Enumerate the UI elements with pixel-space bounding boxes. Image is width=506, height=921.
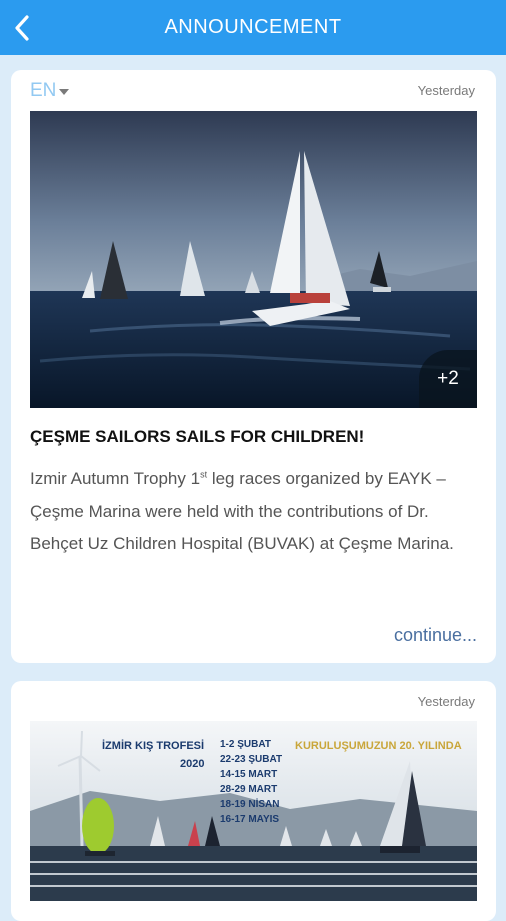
post-body-part1: Izmir Autumn Trophy 1 <box>30 469 201 488</box>
poster-date-line: 1-2 ŞUBAT <box>220 739 271 750</box>
announcement-card[interactable]: Yesterday İZMİR KIŞ TROFESİ 2020 1-2 ŞUB… <box>11 681 496 921</box>
more-photos-badge[interactable]: +2 <box>419 350 477 408</box>
post-title: ÇEŞME SAILORS SAILS FOR CHILDREN! <box>30 427 365 446</box>
poster-date-line: 14-15 MART <box>220 769 277 780</box>
continue-link[interactable]: continue... <box>394 625 477 646</box>
post-date: Yesterday <box>417 83 475 98</box>
post-photo[interactable]: İZMİR KIŞ TROFESİ 2020 1-2 ŞUBAT 22-23 ŞU… <box>30 721 477 901</box>
post-body: Izmir Autumn Trophy 1st leg races organi… <box>30 463 480 561</box>
poster-date-line: 16-17 MAYIS <box>220 814 279 825</box>
language-label: EN <box>30 80 57 101</box>
poster-date-line: 22-23 ŞUBAT <box>220 754 282 765</box>
poster-heading: İZMİR KIŞ TROFESİ <box>102 739 204 752</box>
sailing-photo <box>30 111 477 408</box>
page-title: ANNOUNCEMENT <box>164 16 342 38</box>
language-selector[interactable]: EN <box>30 80 70 102</box>
regatta-poster: İZMİR KIŞ TROFESİ 2020 1-2 ŞUBAT 22-23 ŞU… <box>30 721 477 901</box>
caret-down-icon <box>59 89 70 95</box>
poster-year: 2020 <box>180 758 204 770</box>
app-bar: ANNOUNCEMENT <box>0 0 506 55</box>
poster-anniversary: KURULUŞUMUZUN 20. YILINDA <box>295 740 462 752</box>
poster-date-line: 28-29 MART <box>220 784 277 795</box>
post-photo[interactable]: +2 <box>30 111 477 408</box>
announcement-card[interactable]: EN Yesterday +2 ÇEŞME SAILORS SAILS FOR … <box>11 70 496 663</box>
poster-date-line: 18-19 NİSAN <box>220 797 279 810</box>
post-date: Yesterday <box>417 694 475 709</box>
